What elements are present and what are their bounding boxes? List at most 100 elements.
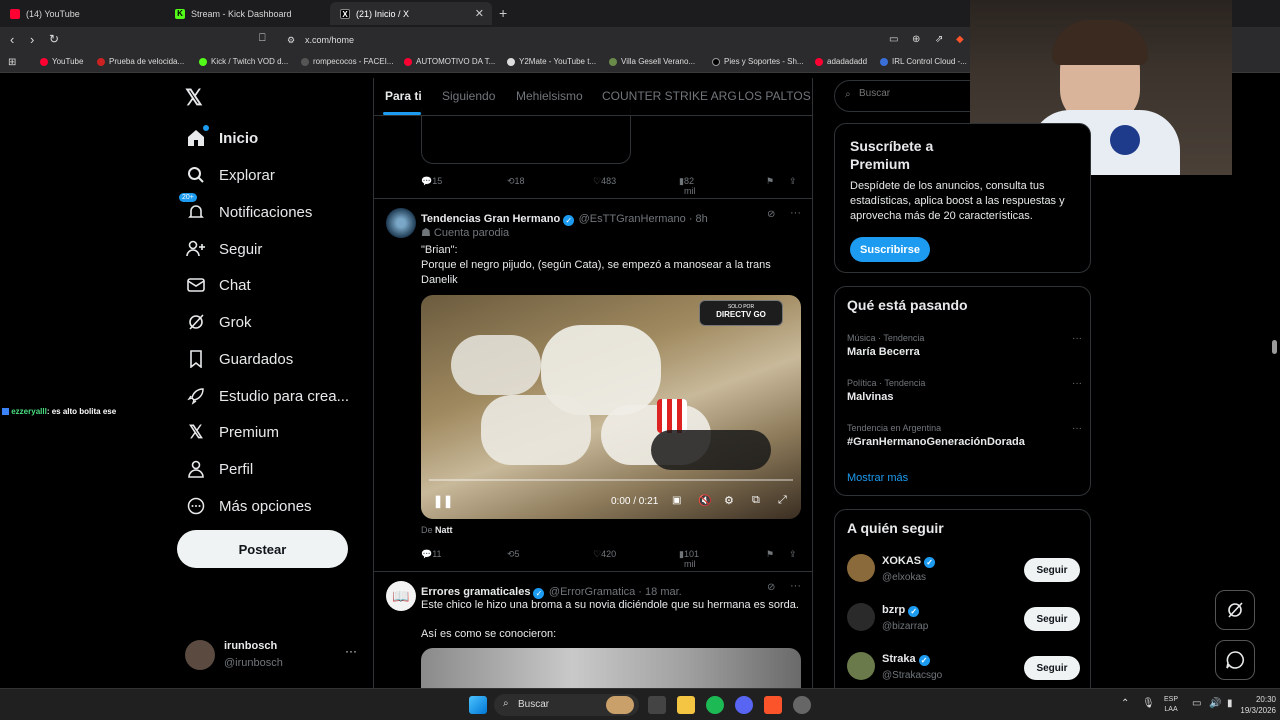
windows-start-icon[interactable] — [469, 696, 487, 714]
follow-button[interactable]: Seguir — [1024, 607, 1080, 631]
app-icon[interactable] — [793, 696, 811, 714]
tab-los-paltos[interactable]: LOS PALTOS — [738, 89, 811, 103]
grok-float-button[interactable] — [1215, 590, 1255, 630]
nav-notificaciones[interactable]: 20+ Notificaciones — [179, 193, 312, 227]
browser-tab-kick[interactable]: K Stream - Kick Dashboard — [165, 2, 325, 25]
follow-button[interactable]: Seguir — [1024, 558, 1080, 582]
messages-float-button[interactable] — [1215, 640, 1255, 680]
source-user-link[interactable]: Natt — [435, 525, 453, 535]
task-view-icon[interactable] — [648, 696, 666, 714]
nav-explorar[interactable]: Explorar — [185, 160, 275, 190]
tweet[interactable]: Tendencias Gran Hermano ✓ @EsTTGranHerman… — [374, 199, 812, 571]
settings-icon[interactable]: ⚙ — [724, 494, 734, 507]
bookmark-item[interactable]: Kick / Twitch VOD d... — [199, 57, 288, 66]
more-dots-icon[interactable]: ··· — [790, 207, 801, 219]
bookmark-button[interactable]: ⚑ — [766, 176, 774, 187]
back-icon[interactable]: ‹ — [10, 32, 14, 47]
captions-icon[interactable]: ▣ — [672, 495, 681, 506]
pause-icon[interactable]: ❚❚ — [433, 494, 453, 508]
bookmark-button[interactable]: ⚑ — [766, 549, 774, 560]
tweet-handle[interactable]: @ErrorGramatica · 18 mar. — [549, 586, 682, 598]
bookmark-item[interactable]: AUTOMOTIVO DA T... — [404, 57, 495, 66]
trend-item[interactable]: Música · Tendencia María Becerra ··· — [847, 333, 1082, 358]
tweet-author-name[interactable]: Errores gramaticales — [421, 586, 530, 598]
mute-icon[interactable]: 🔇 — [698, 494, 712, 507]
bookmark-item[interactable]: Y2Mate - YouTube t... — [507, 57, 596, 66]
tweet-handle[interactable]: @EsTTGranHermano · 8h — [579, 213, 708, 225]
browser-tab-youtube[interactable]: (14) YouTube — [0, 2, 160, 25]
bookmark-item[interactable]: adadadadd — [815, 57, 867, 66]
trend-item[interactable]: Tendencia en Argentina #GranHermanoGener… — [847, 423, 1082, 448]
follow-suggestion[interactable]: bzrp ✓ @bizarrap Seguir — [835, 601, 1092, 645]
share-button[interactable]: ⇪ — [789, 176, 797, 187]
nav-chat[interactable]: Chat — [185, 270, 251, 300]
browser-tab-x[interactable]: X (21) Inicio / X ✕ — [330, 2, 492, 25]
follow-suggestion[interactable]: XOKAS ✓ @elxokas Seguir — [835, 552, 1092, 596]
bookmark-page-icon[interactable]: ⎕ — [259, 32, 266, 45]
url-field[interactable]: x.com/home — [305, 35, 354, 45]
tab-para-ti[interactable]: Para ti — [385, 89, 422, 103]
repost-button[interactable]: ⟲ 5 — [507, 549, 520, 560]
more-dots-icon[interactable]: ··· — [345, 644, 357, 658]
views-button[interactable]: ▮ 82 mil — [679, 176, 695, 196]
apps-grid-icon[interactable]: ⊞ — [8, 57, 16, 68]
share-button[interactable]: ⇪ — [789, 549, 797, 560]
tab-siguiendo[interactable]: Siguiendo — [442, 89, 495, 103]
like-button[interactable]: ♡ 483 — [593, 176, 616, 187]
tweet-media[interactable] — [421, 648, 801, 688]
file-explorer-icon[interactable] — [677, 696, 695, 714]
nav-seguir[interactable]: Seguir — [185, 234, 262, 264]
chevron-up-icon[interactable]: ⌃ — [1121, 698, 1129, 709]
bookmark-item[interactable]: Pies y Soportes - Sh... — [712, 57, 804, 66]
tweet-author-name[interactable]: Tendencias Gran Hermano — [421, 213, 560, 225]
post-button[interactable]: Postear — [177, 530, 348, 568]
grok-icon[interactable]: ⊘ — [767, 209, 775, 220]
like-button[interactable]: ♡ 420 — [593, 549, 616, 560]
page-scrollbar[interactable] — [1272, 340, 1277, 354]
nav-mas-opciones[interactable]: Más opciones — [185, 491, 312, 521]
trend-item[interactable]: Política · Tendencia Malvinas ··· — [847, 378, 1082, 403]
forward-icon[interactable]: › — [30, 32, 34, 47]
microphone-icon[interactable]: 🎙 — [1142, 698, 1155, 709]
network-icon[interactable]: ▭ — [1192, 698, 1201, 709]
zoom-icon[interactable]: ⊕ — [912, 34, 920, 45]
grok-icon[interactable]: ⊘ — [767, 582, 775, 593]
tab-counter-strike-arg[interactable]: COUNTER STRIKE ARG — [602, 89, 737, 103]
volume-icon[interactable]: 🔊 — [1209, 698, 1221, 709]
taskbar-search[interactable]: ⌕ Buscar — [494, 694, 639, 716]
nav-inicio[interactable]: Inicio — [185, 123, 258, 153]
pip-icon[interactable]: ⧉ — [752, 494, 760, 507]
more-dots-icon[interactable]: ··· — [1072, 378, 1082, 389]
brave-shield-icon[interactable]: ◆ — [956, 34, 964, 45]
battery-icon[interactable]: ▮ — [1227, 698, 1233, 709]
account-switcher[interactable]: irunbosch @irunbosch ··· — [185, 638, 360, 674]
bookmark-item[interactable]: IRL Control Cloud -... — [880, 57, 967, 66]
share-icon[interactable]: ⇗ — [935, 34, 943, 45]
bookmark-item[interactable]: Villa Gesell Verano... — [609, 57, 695, 66]
cast-icon[interactable]: ▭ — [889, 34, 898, 45]
reply-button[interactable]: 💬 11 — [421, 549, 442, 560]
nav-estudio[interactable]: Estudio para crea... — [185, 381, 349, 411]
nav-grok[interactable]: Grok — [185, 307, 252, 337]
repost-button[interactable]: ⟲ 18 — [507, 176, 525, 187]
site-info-icon[interactable]: ⚙ — [287, 35, 295, 46]
views-button[interactable]: ▮ 101 mil — [679, 549, 699, 569]
bookmark-item[interactable]: YouTube — [40, 57, 83, 66]
tab-mehielsismo[interactable]: Mehielsismo — [516, 89, 583, 103]
brave-browser-icon[interactable] — [764, 696, 782, 714]
more-dots-icon[interactable]: ··· — [790, 580, 801, 592]
clock[interactable]: 20:30 19/3/2026 — [1240, 694, 1276, 716]
fullscreen-icon[interactable]: ⤢ — [778, 494, 787, 507]
more-dots-icon[interactable]: ··· — [1072, 423, 1082, 434]
bookmark-item[interactable]: Prueba de velocida... — [97, 57, 184, 66]
subscribe-button[interactable]: Suscribirse — [850, 237, 930, 262]
tweet[interactable]: 📖 Errores gramaticales ✓ @ErrorGramatica … — [374, 572, 812, 688]
tweet-video[interactable]: SOLO POR DIRECTV GO ❚❚ 0:00 / 0:21 ▣ 🔇 ⚙… — [421, 295, 801, 519]
new-tab-button[interactable]: + — [499, 5, 507, 21]
reload-icon[interactable]: ↻ — [49, 32, 59, 46]
bookmark-item[interactable]: rompecocos - FACEI... — [301, 57, 393, 66]
follow-button[interactable]: Seguir — [1024, 656, 1080, 680]
nav-guardados[interactable]: Guardados — [185, 344, 293, 374]
spotify-icon[interactable] — [706, 696, 724, 714]
nav-premium[interactable]: 𝕏 Premium — [185, 417, 279, 447]
